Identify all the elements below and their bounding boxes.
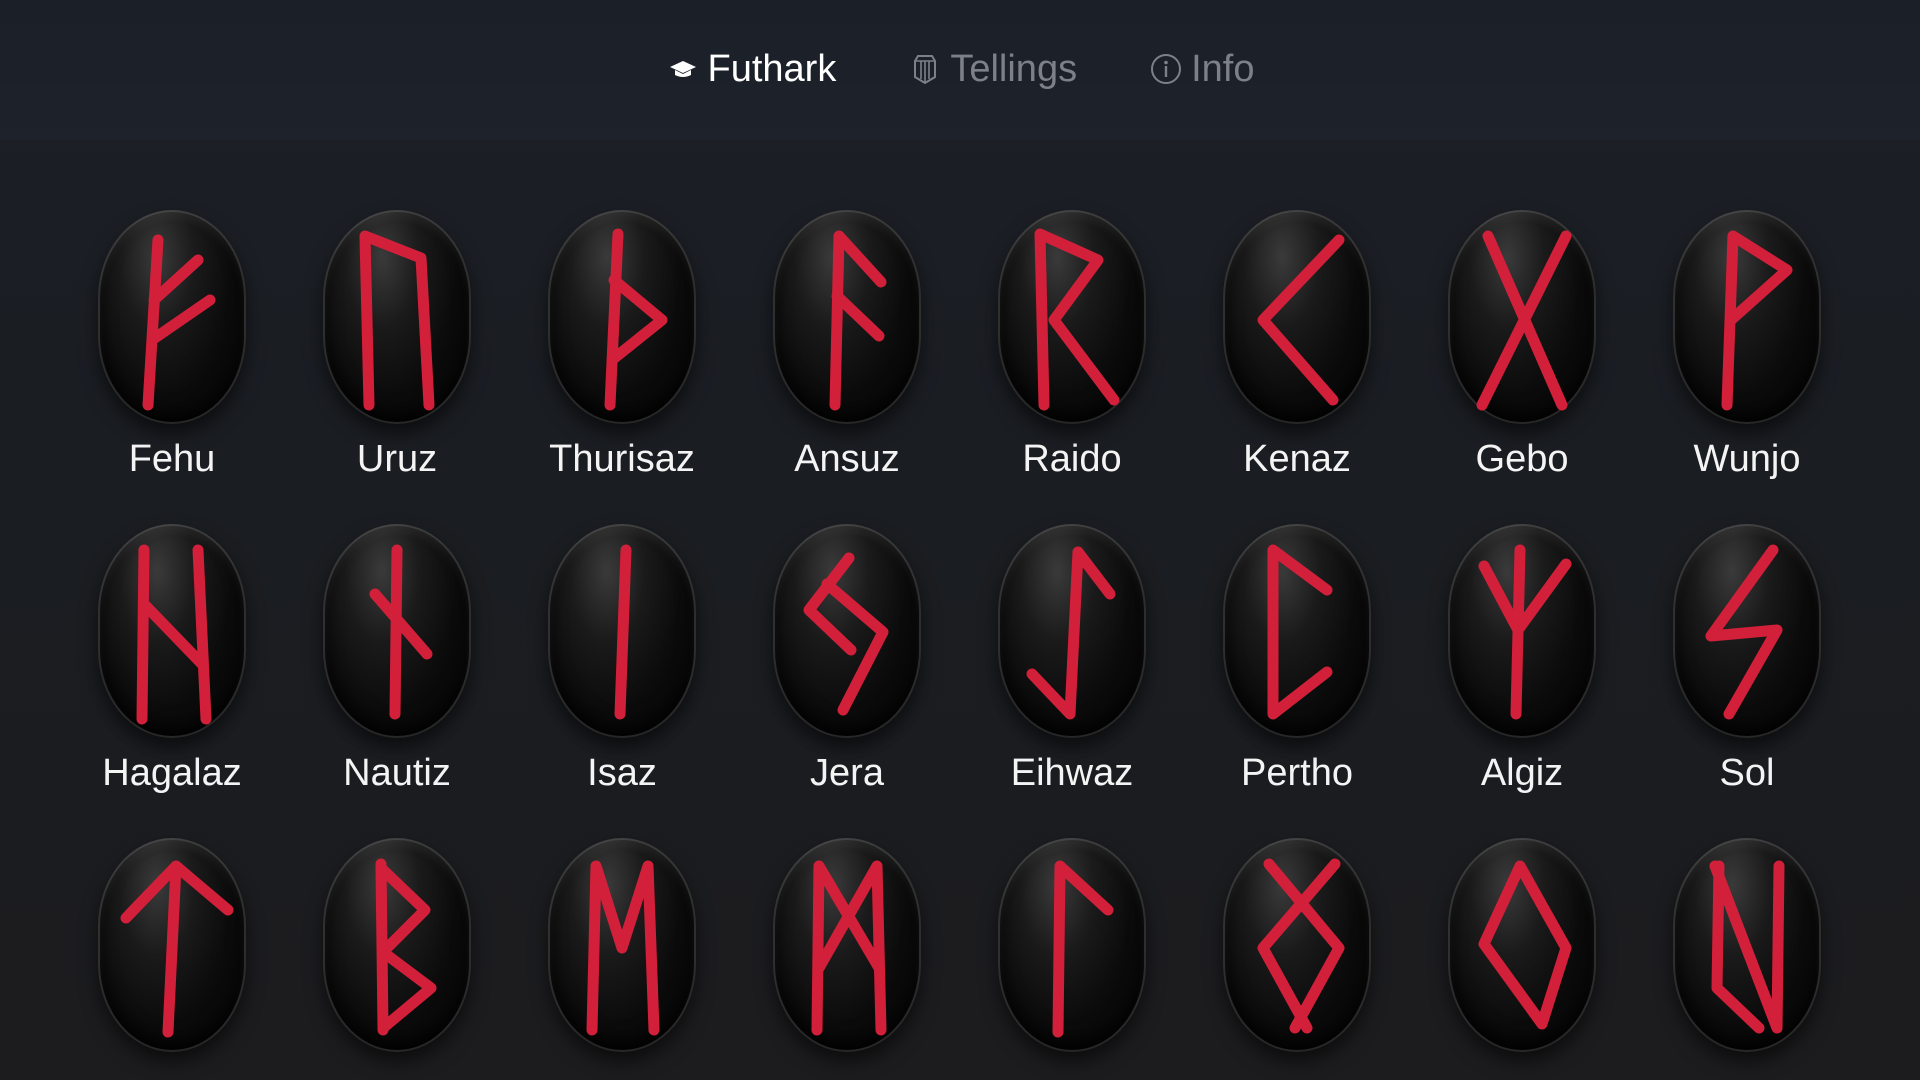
jera-rune-icon <box>803 552 889 716</box>
fehu-rune-icon <box>142 234 216 411</box>
kenaz-rune-icon <box>1257 234 1345 406</box>
laguz-rune-icon <box>1052 860 1114 1038</box>
rune-card-teiwaz[interactable] <box>77 838 267 1052</box>
rune-card-ansuz[interactable]: Ansuz <box>752 210 942 482</box>
rune-stone <box>1223 838 1371 1052</box>
rune-stone <box>548 524 696 738</box>
rune-stone <box>773 524 921 738</box>
algiz-rune-icon <box>1478 544 1572 720</box>
rune-label: Ansuz <box>794 438 900 480</box>
rune-label: Hagalaz <box>102 752 242 794</box>
rune-stone <box>1673 524 1821 738</box>
rune-card-laguz[interactable] <box>977 838 1167 1052</box>
tab-label: Futhark <box>707 48 837 90</box>
rune-label: Kenaz <box>1243 438 1351 480</box>
rune-label: Fehu <box>128 438 216 480</box>
nautiz-rune-icon <box>369 544 433 720</box>
hagalaz-rune-icon <box>136 544 212 725</box>
rune-stone <box>773 838 921 1052</box>
ehwaz-rune-icon <box>586 860 660 1036</box>
berkana-rune-icon <box>375 858 437 1036</box>
rune-stone <box>323 524 471 738</box>
rune-stone <box>998 210 1146 424</box>
crystal-icon <box>908 52 942 86</box>
isaz-rune-icon <box>614 544 632 720</box>
graduation-cap-icon <box>666 52 700 86</box>
rune-card-berkana[interactable] <box>302 838 492 1052</box>
rune-stone <box>1673 838 1821 1052</box>
teiwaz-rune-icon <box>120 860 234 1038</box>
rune-label: Nautiz <box>343 752 451 794</box>
rune-label: Uruz <box>356 438 438 480</box>
rune-label: Raido <box>1022 438 1122 480</box>
rune-card-raido[interactable]: Raido <box>977 210 1167 482</box>
eihwaz-rune-icon <box>1026 546 1116 720</box>
mannaz-rune-icon <box>811 860 887 1036</box>
rune-card-ingwaz[interactable] <box>1202 838 1392 1052</box>
rune-label: Isaz <box>587 752 657 794</box>
uruz-rune-icon <box>359 230 435 411</box>
rune-stone <box>98 524 246 738</box>
pertho-rune-icon <box>1267 544 1333 720</box>
gebo-rune-icon <box>1476 230 1572 411</box>
rune-label: Algiz <box>1480 752 1564 794</box>
rune-stone <box>998 838 1146 1052</box>
ansuz-rune-icon <box>829 230 887 411</box>
rune-card-nautiz[interactable]: Nautiz <box>302 524 492 796</box>
tab-futhark[interactable]: Futhark <box>666 44 837 94</box>
rune-stone <box>548 838 696 1052</box>
rune-card-eihwaz[interactable]: Eihwaz <box>977 524 1167 796</box>
tab-bar: Futhark Tellings Info <box>0 44 1920 94</box>
rune-label: Gebo <box>1475 438 1569 480</box>
rune-card-mannaz[interactable] <box>752 838 942 1052</box>
rune-stone <box>1448 210 1596 424</box>
thurisaz-rune-icon <box>604 228 668 411</box>
rune-card-isaz[interactable]: Isaz <box>527 524 717 796</box>
rune-card-ehwaz[interactable] <box>527 838 717 1052</box>
rune-stone <box>323 210 471 424</box>
rune-label: Thurisaz <box>549 438 695 480</box>
rune-stone <box>1673 210 1821 424</box>
rune-label: Wunjo <box>1693 438 1801 480</box>
rune-stone <box>323 838 471 1052</box>
rune-card-thurisaz[interactable]: Thurisaz <box>527 210 717 482</box>
rune-card-kenaz[interactable]: Kenaz <box>1202 210 1392 482</box>
rune-stone <box>98 210 246 424</box>
dagaz-rune-icon <box>1478 860 1572 1030</box>
rune-stone <box>1223 210 1371 424</box>
rune-card-hagalaz[interactable]: Hagalaz <box>77 524 267 796</box>
rune-stone <box>98 838 246 1052</box>
rune-card-pertho[interactable]: Pertho <box>1202 524 1392 796</box>
top-bar: Futhark Tellings Info <box>0 0 1920 140</box>
rune-stone <box>773 210 921 424</box>
raido-rune-icon <box>1034 228 1120 411</box>
tab-label: Tellings <box>950 48 1078 90</box>
rune-stone <box>548 210 696 424</box>
rune-label: Eihwaz <box>1010 752 1134 794</box>
sol-rune-icon <box>1705 544 1783 720</box>
rune-card-algiz[interactable]: Algiz <box>1427 524 1617 796</box>
rune-card-dagaz[interactable] <box>1427 838 1617 1052</box>
tab-info[interactable]: Info <box>1149 44 1254 94</box>
rune-stone <box>1223 524 1371 738</box>
rune-label: Pertho <box>1241 752 1353 794</box>
rune-card-othala[interactable] <box>1652 838 1842 1052</box>
rune-stone <box>998 524 1146 738</box>
rune-label: Jera <box>810 752 884 794</box>
othala-rune-icon <box>1709 860 1785 1034</box>
rune-stone <box>1448 838 1596 1052</box>
rune-card-gebo[interactable]: Gebo <box>1427 210 1617 482</box>
rune-label: Sol <box>1719 752 1775 794</box>
tab-tellings[interactable]: Tellings <box>908 44 1077 94</box>
rune-card-uruz[interactable]: Uruz <box>302 210 492 482</box>
wunjo-rune-icon <box>1721 230 1793 411</box>
rune-card-jera[interactable]: Jera <box>752 524 942 796</box>
rune-stone <box>1448 524 1596 738</box>
rune-card-wunjo[interactable]: Wunjo <box>1652 210 1842 482</box>
rune-card-sol[interactable]: Sol <box>1652 524 1842 796</box>
rune-card-fehu[interactable]: Fehu <box>77 210 267 482</box>
tab-label: Info <box>1191 48 1255 90</box>
ingwaz-rune-icon <box>1257 858 1345 1034</box>
info-icon <box>1149 52 1183 86</box>
